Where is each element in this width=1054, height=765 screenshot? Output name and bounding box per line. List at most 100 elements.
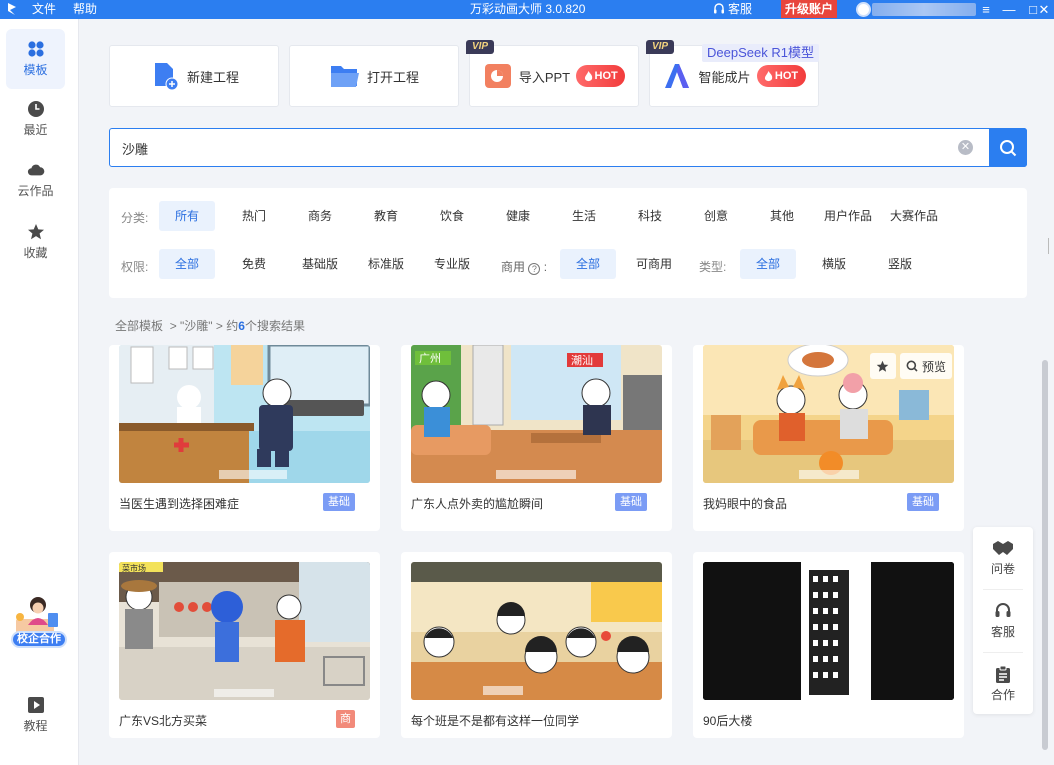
permission-pro[interactable]: 专业版	[424, 249, 480, 279]
menu-icon[interactable]: ≡	[975, 0, 997, 19]
sidebar-item-label: 云作品	[17, 184, 54, 198]
category-food[interactable]: 饮食	[424, 201, 480, 231]
template-thumbnail	[703, 562, 954, 700]
type-landscape[interactable]: 横版	[806, 249, 862, 279]
type-label: 类型:	[699, 260, 727, 274]
category-label: 分类:	[121, 211, 149, 225]
new-project-button[interactable]: 新建工程	[109, 45, 279, 107]
template-card[interactable]: 每个班是不是都有这样一位同学	[401, 552, 672, 738]
handshake-icon	[993, 541, 1013, 555]
template-title: 当医生遇到选择困难症	[119, 497, 240, 511]
category-education[interactable]: 教育	[358, 201, 414, 231]
customer-service-button[interactable]: 客服	[973, 590, 1033, 652]
sidebar-item-recent[interactable]: 最近	[6, 89, 65, 149]
hospital-scene-illustration	[119, 345, 370, 483]
float-label: 客服	[990, 625, 1015, 639]
grid-icon	[27, 41, 44, 57]
template-title: 我妈眼中的食品	[703, 497, 788, 511]
hot-label: HOT	[774, 70, 799, 82]
float-label: 问卷	[990, 562, 1015, 576]
template-thumbnail	[411, 562, 662, 700]
help-icon[interactable]: ?	[528, 263, 541, 275]
category-all[interactable]: 所有	[159, 201, 215, 231]
sign-chaoshan: 潮汕	[571, 353, 593, 367]
sidebar-item-label: 最近	[23, 123, 48, 137]
vip-badge: VIP	[466, 40, 494, 54]
permission-standard[interactable]: 标准版	[358, 249, 414, 279]
search-input[interactable]	[122, 138, 942, 158]
market-scene-illustration: 菜市场	[119, 562, 370, 700]
breadcrumb: 全部模板 > "沙雕" > 约6个搜索结果	[115, 317, 305, 334]
favorite-button[interactable]	[869, 353, 896, 379]
sidebar-item-cloud[interactable]: 云作品	[6, 150, 65, 210]
search-icon	[906, 360, 918, 372]
commercial-colon: :	[543, 260, 548, 274]
commercial-allowed[interactable]: 可商用	[626, 249, 682, 279]
cooperation-button[interactable]: 合作	[973, 653, 1033, 715]
category-contest-works[interactable]: 大赛作品	[883, 201, 945, 231]
sidebar-item-tutorial[interactable]: 教程	[6, 685, 65, 745]
user-name-blurred	[872, 3, 976, 16]
close-icon[interactable]: ✕	[1034, 0, 1054, 19]
service-label: 客服	[728, 2, 753, 16]
permission-basic[interactable]: 基础版	[292, 249, 348, 279]
upgrade-button[interactable]: 升级账户	[781, 0, 838, 18]
action-label: 打开工程	[366, 69, 419, 85]
open-project-button[interactable]: 打开工程	[289, 45, 459, 107]
template-tag: 基础	[615, 493, 647, 511]
template-thumbnail: 广州 潮汕	[411, 345, 662, 483]
preview-button[interactable]: 预览	[899, 353, 952, 379]
result-prefix: 约	[226, 319, 239, 333]
result-suffix: 个搜索结果	[244, 319, 305, 333]
type-all[interactable]: 全部	[740, 249, 796, 279]
category-creative[interactable]: 创意	[688, 201, 744, 231]
template-card[interactable]: 90后大楼	[693, 552, 964, 738]
category-tech[interactable]: 科技	[622, 201, 678, 231]
search-button[interactable]	[989, 128, 1027, 167]
template-title: 广东人点外卖的尴尬瞬间	[411, 497, 544, 511]
breadcrumb-root[interactable]: 全部模板	[115, 319, 163, 333]
building-scene-illustration	[703, 562, 954, 700]
minimize-icon[interactable]: —	[998, 0, 1020, 19]
headset-icon	[995, 603, 1011, 617]
resize-handle[interactable]	[1048, 238, 1052, 254]
sign-market: 菜市场	[122, 563, 146, 573]
menu-file[interactable]: 文件	[32, 1, 56, 17]
sidebar-item-templates[interactable]: 模板	[6, 29, 65, 89]
commercial-label: 商用 ? :	[501, 258, 547, 275]
category-hot[interactable]: 热门	[226, 201, 282, 231]
template-card[interactable]: 当医生遇到选择困难症 基础	[109, 345, 380, 531]
cloud-icon	[27, 164, 44, 176]
permission-free[interactable]: 免费	[226, 249, 282, 279]
category-other[interactable]: 其他	[754, 201, 810, 231]
result-count: 6	[238, 319, 245, 333]
permission-all[interactable]: 全部	[159, 249, 215, 279]
category-health[interactable]: 健康	[490, 201, 546, 231]
coop-label: 校企合作	[11, 631, 67, 648]
template-tag: 基础	[907, 493, 939, 511]
template-card[interactable]: 广州 潮汕 广东人点外卖的尴尬瞬间 基础	[401, 345, 672, 531]
menu-help[interactable]: 帮助	[73, 1, 97, 17]
template-card[interactable]: 菜市场 广东VS北方买菜 商	[109, 552, 380, 738]
action-label: 新建工程	[186, 69, 239, 85]
avatar[interactable]	[856, 2, 871, 17]
category-business[interactable]: 商务	[292, 201, 348, 231]
import-ppt-button[interactable]: VIP 导入PPT HOT	[466, 40, 639, 107]
school-enterprise-coop-button[interactable]: 校企合作	[8, 595, 67, 653]
clear-search-icon[interactable]: ✕	[958, 140, 973, 155]
template-card[interactable]: 预览 我妈眼中的食品 基础	[693, 345, 964, 531]
hot-badge: HOT	[756, 65, 806, 87]
breadcrumb-separator: >	[169, 319, 177, 333]
sidebar-item-favorites[interactable]: 收藏	[6, 212, 65, 272]
service-button[interactable]: 客服	[713, 1, 752, 17]
category-user-works[interactable]: 用户作品	[817, 201, 879, 231]
scrollbar[interactable]	[1042, 360, 1048, 750]
survey-button[interactable]: 问卷	[973, 527, 1033, 589]
template-title: 广东VS北方买菜	[119, 714, 208, 728]
ai-logo-icon	[665, 64, 690, 88]
template-thumbnail	[119, 345, 370, 483]
commercial-all[interactable]: 全部	[560, 249, 616, 279]
type-portrait[interactable]: 竖版	[872, 249, 928, 279]
preview-label: 预览	[921, 359, 946, 374]
category-life[interactable]: 生活	[556, 201, 612, 231]
